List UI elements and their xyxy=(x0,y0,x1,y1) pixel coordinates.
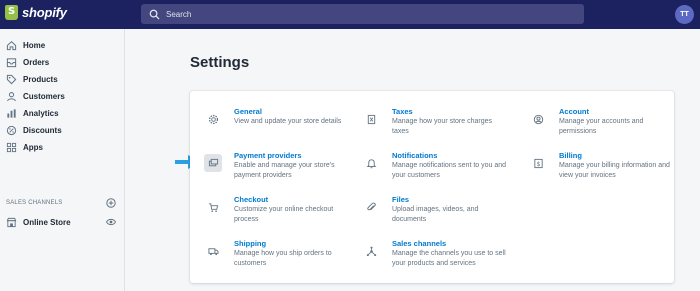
sidebar-item-online-store[interactable]: Online Store xyxy=(6,215,71,229)
setting-title[interactable]: Checkout xyxy=(234,195,268,204)
setting-description: View and update your store details xyxy=(234,118,342,125)
sidebar-item-orders[interactable]: Orders xyxy=(6,55,49,69)
avatar[interactable]: TT xyxy=(675,5,694,24)
setting-payment-providers[interactable]: Payment providers Enable and manage your… xyxy=(190,151,335,187)
settings-card: General View and update your store detai… xyxy=(190,91,674,283)
truck-icon xyxy=(204,242,222,260)
sidebar-item-label: Analytics xyxy=(23,108,59,118)
sidebar-item-label: Products xyxy=(23,74,58,84)
setting-description: Manage how you ship orders to customers xyxy=(234,250,332,267)
sidebar: Home Orders Products Customers Analytics… xyxy=(0,29,125,291)
sidebar-item-products[interactable]: Products xyxy=(6,72,58,86)
cart-icon xyxy=(204,198,222,216)
sidebar-item-analytics[interactable]: Analytics xyxy=(6,106,59,120)
setting-description: Enable and manage your store's payment p… xyxy=(234,162,335,179)
setting-account[interactable]: Account Manage your accounts and permiss… xyxy=(515,107,660,143)
receipt-icon xyxy=(362,110,380,128)
bar-chart-icon xyxy=(7,108,16,118)
setting-title[interactable]: Sales channels xyxy=(392,239,446,248)
sidebar-item-label: Home xyxy=(23,40,46,50)
apps-icon xyxy=(6,142,17,152)
setting-title[interactable]: Taxes xyxy=(392,107,413,116)
setting-description: Manage your billing information and view… xyxy=(559,162,670,179)
setting-description: Manage notifications sent to you and you… xyxy=(392,162,507,179)
setting-title[interactable]: Notifications xyxy=(392,151,437,160)
setting-title[interactable]: Payment providers xyxy=(234,151,302,160)
add-channel-icon[interactable] xyxy=(106,198,116,208)
setting-description: Manage the channels you use to sell your… xyxy=(392,250,506,267)
bell-icon xyxy=(362,154,380,172)
account-icon xyxy=(529,110,547,128)
setting-title[interactable]: Account xyxy=(559,107,589,116)
brand-name: shopify xyxy=(22,5,67,20)
sidebar-item-label: Customers xyxy=(23,91,65,101)
setting-notifications[interactable]: Notifications Manage notifications sent … xyxy=(348,151,506,187)
page-title: Settings xyxy=(190,54,250,71)
search-icon xyxy=(149,9,160,20)
setting-description: Upload images, videos, and documents xyxy=(392,206,479,223)
sidebar-item-label: Orders xyxy=(23,57,50,67)
sidebar-item-apps[interactable]: Apps xyxy=(6,140,43,154)
setting-title[interactable]: Billing xyxy=(559,151,582,160)
sidebar-item-customers[interactable]: Customers xyxy=(6,89,65,103)
setting-title[interactable]: General xyxy=(234,107,262,116)
setting-billing[interactable]: $ Billing Manage your billing informatio… xyxy=(515,151,670,187)
sidebar-item-home[interactable]: Home xyxy=(6,38,45,52)
setting-taxes[interactable]: Taxes Manage how your store charges taxe… xyxy=(348,107,493,143)
svg-text:$: $ xyxy=(536,160,540,167)
paperclip-icon xyxy=(362,198,380,216)
setting-checkout[interactable]: Checkout Customize your online checkout … xyxy=(190,195,335,231)
billing-icon: $ xyxy=(529,154,547,172)
setting-title[interactable]: Shipping xyxy=(234,239,266,248)
sidebar-item-label: Apps xyxy=(23,142,43,152)
home-icon xyxy=(6,40,17,50)
setting-general[interactable]: General View and update your store detai… xyxy=(190,107,341,143)
tag-icon xyxy=(6,74,17,84)
top-bar: shopify TT xyxy=(0,0,700,29)
setting-shipping[interactable]: Shipping Manage how you ship orders to c… xyxy=(190,239,335,275)
setting-description: Customize your online checkout process xyxy=(234,206,334,223)
setting-description: Manage how your store charges taxes xyxy=(392,118,492,135)
shopify-logo[interactable]: shopify xyxy=(5,5,67,20)
search-input[interactable] xyxy=(166,9,566,19)
orders-icon xyxy=(6,57,17,67)
sidebar-item-discounts[interactable]: Discounts xyxy=(6,123,62,137)
person-icon xyxy=(7,91,16,101)
channels-icon xyxy=(362,242,380,260)
search-bar[interactable] xyxy=(141,4,584,24)
setting-description: Manage your accounts and permissions xyxy=(559,118,644,135)
payment-icon xyxy=(204,154,222,172)
store-icon xyxy=(6,217,17,227)
eye-icon[interactable] xyxy=(106,218,116,226)
discount-icon xyxy=(6,125,17,135)
gear-icon xyxy=(204,110,222,128)
sidebar-item-label: Online Store xyxy=(23,217,71,227)
sidebar-item-label: Discounts xyxy=(23,125,62,135)
setting-files[interactable]: Files Upload images, videos, and documen… xyxy=(348,195,493,231)
shopify-bag-icon xyxy=(5,5,18,20)
setting-title[interactable]: Files xyxy=(392,195,409,204)
setting-sales-channels[interactable]: Sales channels Manage the channels you u… xyxy=(348,239,506,275)
sales-channels-heading: SALES CHANNELS xyxy=(6,200,63,206)
